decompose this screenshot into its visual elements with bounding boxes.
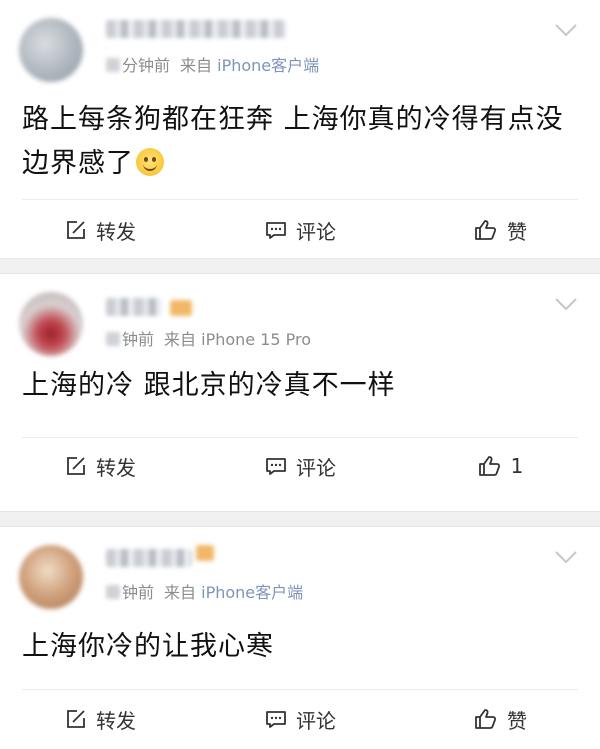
repost-label: 转发 (96, 708, 136, 733)
comment-label: 评论 (296, 455, 336, 480)
post-card[interactable]: 钟前 来自 iPhone客户端 上海你冷的让我心寒 转发 评论 赞 (0, 527, 600, 749)
source-device[interactable]: iPhone客户端 (217, 56, 319, 75)
comment-label: 评论 (296, 219, 336, 244)
comment-label: 评论 (296, 708, 336, 733)
repost-button[interactable]: 转发 (0, 446, 200, 486)
comment-icon (266, 222, 286, 239)
repost-button[interactable]: 转发 (0, 210, 200, 250)
like-count: 1 (510, 454, 524, 478)
like-button[interactable]: 赞 (400, 210, 600, 250)
weibo-feed: 分钟前 来自 iPhone客户端 路上每条狗都在狂奔 上海你真的冷得有点没边界感了… (0, 0, 600, 749)
comment-button[interactable]: 评论 (200, 446, 400, 486)
thumbs-up-icon (475, 220, 497, 240)
source-prefix: 来自 (164, 330, 197, 349)
avatar[interactable] (19, 545, 83, 609)
post-meta: 钟前 来自 iPhone 15 Pro (106, 326, 311, 349)
share-edit-icon (67, 221, 85, 239)
action-bar: 转发 评论 赞 (0, 699, 600, 739)
time-number-blurred (106, 58, 120, 72)
post-separator (0, 258, 600, 274)
divider (22, 689, 578, 690)
share-edit-icon (67, 457, 85, 475)
post-meta: 分钟前 来自 iPhone客户端 (106, 52, 319, 75)
chevron-down-icon[interactable] (554, 296, 578, 312)
timestamp: 钟前 (122, 583, 155, 602)
repost-button[interactable]: 转发 (0, 699, 200, 739)
source-prefix: 来自 (164, 583, 197, 602)
comment-button[interactable]: 评论 (200, 699, 400, 739)
timestamp: 分钟前 (122, 56, 171, 75)
like-label: 赞 (507, 708, 527, 733)
avatar[interactable] (19, 18, 83, 82)
post-card[interactable]: 分钟前 来自 iPhone客户端 路上每条狗都在狂奔 上海你真的冷得有点没边界感了… (0, 0, 600, 258)
like-button[interactable]: 赞 (400, 699, 600, 739)
post-text: 上海你冷的让我心寒 (22, 631, 274, 662)
post-content[interactable]: 路上每条狗都在狂奔 上海你真的冷得有点没边界感了 (22, 98, 578, 186)
thumbs-up-icon (475, 709, 497, 729)
comment-icon (266, 711, 286, 728)
source-prefix: 来自 (180, 56, 213, 75)
comment-button[interactable]: 评论 (200, 210, 400, 250)
thumbs-up-icon (478, 456, 500, 476)
post-text: 上海的冷 跟北京的冷真不一样 (22, 370, 396, 401)
source-device[interactable]: iPhone 15 Pro (201, 330, 311, 349)
smile-emoji-icon (136, 148, 164, 176)
username-blurred[interactable] (106, 298, 162, 316)
chevron-down-icon[interactable] (554, 549, 578, 565)
like-button[interactable]: 1 (400, 446, 600, 486)
avatar[interactable] (19, 292, 83, 356)
repost-label: 转发 (96, 455, 136, 480)
post-meta: 钟前 来自 iPhone客户端 (106, 579, 303, 602)
divider (22, 437, 578, 438)
time-number-blurred (106, 585, 120, 599)
chevron-down-icon[interactable] (554, 22, 578, 38)
post-content[interactable]: 上海的冷 跟北京的冷真不一样 (22, 364, 578, 408)
divider (22, 199, 578, 200)
repost-label: 转发 (96, 219, 136, 244)
comment-icon (266, 458, 286, 475)
username-blurred[interactable] (106, 20, 286, 38)
like-label: 赞 (507, 219, 527, 244)
time-number-blurred (106, 332, 120, 346)
source-device[interactable]: iPhone客户端 (201, 583, 303, 602)
action-bar: 转发 评论 赞 (0, 210, 600, 250)
action-bar: 转发 评论 1 (0, 446, 600, 486)
vip-badge (196, 545, 214, 561)
post-content[interactable]: 上海你冷的让我心寒 (22, 625, 578, 669)
share-edit-icon (67, 710, 85, 728)
username-blurred[interactable] (106, 549, 192, 567)
post-separator (0, 511, 600, 527)
timestamp: 钟前 (122, 330, 155, 349)
vip-badge (170, 300, 192, 316)
post-card[interactable]: 钟前 来自 iPhone 15 Pro 上海的冷 跟北京的冷真不一样 转发 评论 … (0, 274, 600, 511)
post-text: 路上每条狗都在狂奔 上海你真的冷得有点没边界感了 (22, 104, 564, 179)
